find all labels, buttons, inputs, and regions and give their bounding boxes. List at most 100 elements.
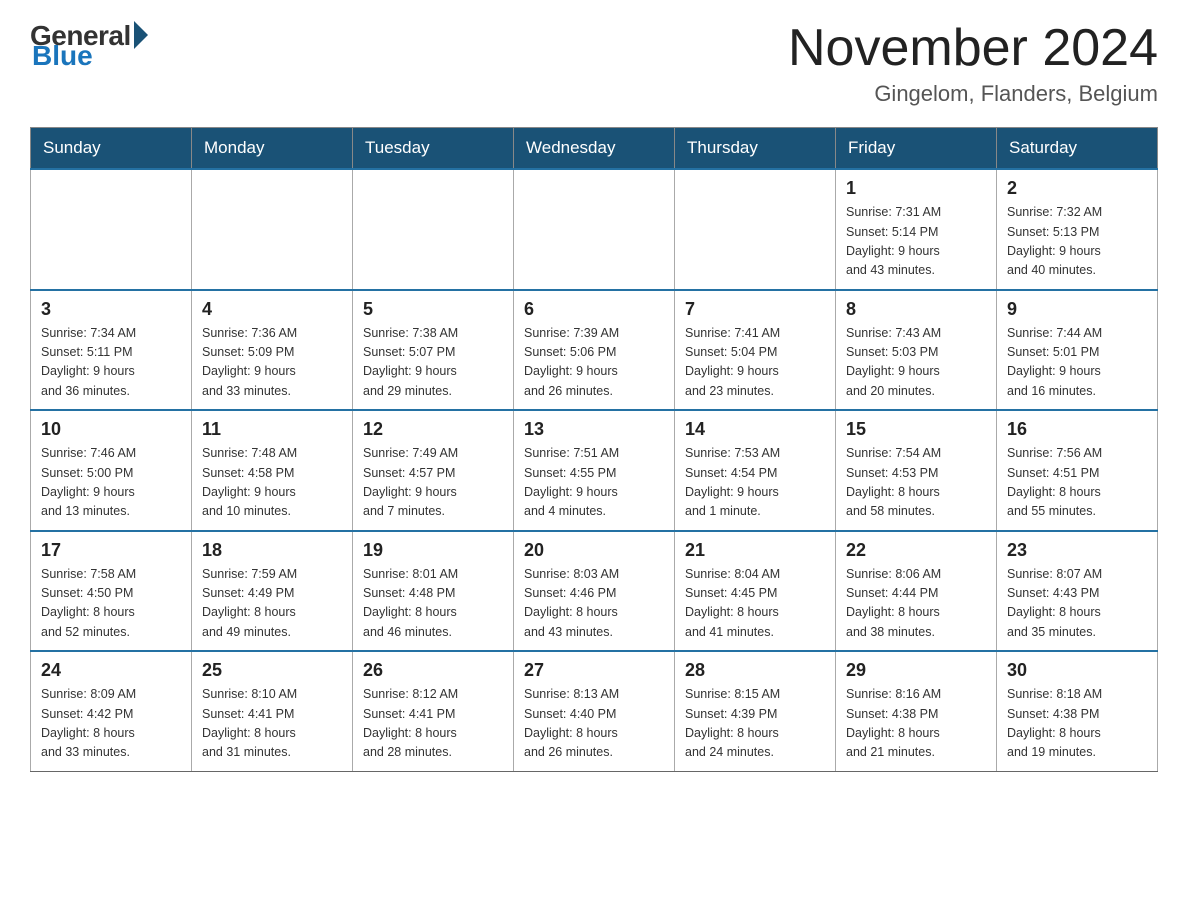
day-number: 11 <box>202 419 342 440</box>
day-info: Sunrise: 7:39 AM Sunset: 5:06 PM Dayligh… <box>524 324 664 402</box>
week-row-1: 1 Sunrise: 7:31 AM Sunset: 5:14 PM Daylig… <box>31 169 1158 290</box>
day-number: 21 <box>685 540 825 561</box>
calendar-table: SundayMondayTuesdayWednesdayThursdayFrid… <box>30 127 1158 772</box>
day-number: 16 <box>1007 419 1147 440</box>
cell-w1-d2 <box>192 169 353 290</box>
day-number: 13 <box>524 419 664 440</box>
day-info: Sunrise: 7:46 AM Sunset: 5:00 PM Dayligh… <box>41 444 181 522</box>
day-info: Sunrise: 7:43 AM Sunset: 5:03 PM Dayligh… <box>846 324 986 402</box>
day-info: Sunrise: 8:06 AM Sunset: 4:44 PM Dayligh… <box>846 565 986 643</box>
header-friday: Friday <box>836 128 997 170</box>
header-thursday: Thursday <box>675 128 836 170</box>
day-info: Sunrise: 8:03 AM Sunset: 4:46 PM Dayligh… <box>524 565 664 643</box>
calendar-header-row: SundayMondayTuesdayWednesdayThursdayFrid… <box>31 128 1158 170</box>
week-row-4: 17 Sunrise: 7:58 AM Sunset: 4:50 PM Dayli… <box>31 531 1158 652</box>
day-number: 3 <box>41 299 181 320</box>
header-monday: Monday <box>192 128 353 170</box>
week-row-3: 10Sunrise: 7:46 AM Sunset: 5:00 PM Dayli… <box>31 410 1158 531</box>
day-info: Sunrise: 7:53 AM Sunset: 4:54 PM Dayligh… <box>685 444 825 522</box>
cell-w2-d7: 9 Sunrise: 7:44 AM Sunset: 5:01 PM Daylig… <box>997 290 1158 411</box>
day-info: Sunrise: 8:12 AM Sunset: 4:41 PM Dayligh… <box>363 685 503 763</box>
day-info: Sunrise: 7:56 AM Sunset: 4:51 PM Dayligh… <box>1007 444 1147 522</box>
cell-w2-d5: 7 Sunrise: 7:41 AM Sunset: 5:04 PM Daylig… <box>675 290 836 411</box>
day-number: 18 <box>202 540 342 561</box>
day-info: Sunrise: 7:58 AM Sunset: 4:50 PM Dayligh… <box>41 565 181 643</box>
day-info: Sunrise: 7:59 AM Sunset: 4:49 PM Dayligh… <box>202 565 342 643</box>
cell-w5-d4: 27Sunrise: 8:13 AM Sunset: 4:40 PM Dayli… <box>514 651 675 771</box>
day-number: 4 <box>202 299 342 320</box>
cell-w5-d2: 25 Sunrise: 8:10 AM Sunset: 4:41 PM Dayli… <box>192 651 353 771</box>
day-info: Sunrise: 8:10 AM Sunset: 4:41 PM Dayligh… <box>202 685 342 763</box>
day-info: Sunrise: 7:48 AM Sunset: 4:58 PM Dayligh… <box>202 444 342 522</box>
cell-w3-d1: 10Sunrise: 7:46 AM Sunset: 5:00 PM Dayli… <box>31 410 192 531</box>
cell-w1-d1 <box>31 169 192 290</box>
cell-w2-d1: 3 Sunrise: 7:34 AM Sunset: 5:11 PM Daylig… <box>31 290 192 411</box>
cell-w1-d7: 2 Sunrise: 7:32 AM Sunset: 5:13 PM Daylig… <box>997 169 1158 290</box>
day-number: 17 <box>41 540 181 561</box>
day-info: Sunrise: 7:36 AM Sunset: 5:09 PM Dayligh… <box>202 324 342 402</box>
day-info: Sunrise: 7:54 AM Sunset: 4:53 PM Dayligh… <box>846 444 986 522</box>
day-info: Sunrise: 7:34 AM Sunset: 5:11 PM Dayligh… <box>41 324 181 402</box>
cell-w1-d5 <box>675 169 836 290</box>
day-number: 23 <box>1007 540 1147 561</box>
day-number: 30 <box>1007 660 1147 681</box>
cell-w4-d3: 19Sunrise: 8:01 AM Sunset: 4:48 PM Dayli… <box>353 531 514 652</box>
cell-w2-d2: 4 Sunrise: 7:36 AM Sunset: 5:09 PM Daylig… <box>192 290 353 411</box>
header-tuesday: Tuesday <box>353 128 514 170</box>
week-row-2: 3 Sunrise: 7:34 AM Sunset: 5:11 PM Daylig… <box>31 290 1158 411</box>
day-number: 6 <box>524 299 664 320</box>
day-info: Sunrise: 8:15 AM Sunset: 4:39 PM Dayligh… <box>685 685 825 763</box>
day-number: 14 <box>685 419 825 440</box>
cell-w4-d6: 22 Sunrise: 8:06 AM Sunset: 4:44 PM Dayli… <box>836 531 997 652</box>
day-info: Sunrise: 8:01 AM Sunset: 4:48 PM Dayligh… <box>363 565 503 643</box>
page-subtitle: Gingelom, Flanders, Belgium <box>788 81 1158 107</box>
cell-w1-d4 <box>514 169 675 290</box>
day-info: Sunrise: 7:41 AM Sunset: 5:04 PM Dayligh… <box>685 324 825 402</box>
day-number: 26 <box>363 660 503 681</box>
day-number: 9 <box>1007 299 1147 320</box>
header-wednesday: Wednesday <box>514 128 675 170</box>
day-number: 5 <box>363 299 503 320</box>
cell-w5-d3: 26 Sunrise: 8:12 AM Sunset: 4:41 PM Dayli… <box>353 651 514 771</box>
day-number: 2 <box>1007 178 1147 199</box>
day-number: 22 <box>846 540 986 561</box>
day-number: 20 <box>524 540 664 561</box>
day-info: Sunrise: 8:07 AM Sunset: 4:43 PM Dayligh… <box>1007 565 1147 643</box>
day-info: Sunrise: 8:04 AM Sunset: 4:45 PM Dayligh… <box>685 565 825 643</box>
day-info: Sunrise: 7:31 AM Sunset: 5:14 PM Dayligh… <box>846 203 986 281</box>
header-sunday: Sunday <box>31 128 192 170</box>
day-info: Sunrise: 8:09 AM Sunset: 4:42 PM Dayligh… <box>41 685 181 763</box>
cell-w4-d1: 17 Sunrise: 7:58 AM Sunset: 4:50 PM Dayli… <box>31 531 192 652</box>
cell-w5-d6: 29Sunrise: 8:16 AM Sunset: 4:38 PM Dayli… <box>836 651 997 771</box>
cell-w1-d6: 1 Sunrise: 7:31 AM Sunset: 5:14 PM Daylig… <box>836 169 997 290</box>
day-info: Sunrise: 8:18 AM Sunset: 4:38 PM Dayligh… <box>1007 685 1147 763</box>
cell-w2-d4: 6 Sunrise: 7:39 AM Sunset: 5:06 PM Daylig… <box>514 290 675 411</box>
day-number: 29 <box>846 660 986 681</box>
cell-w1-d3 <box>353 169 514 290</box>
day-info: Sunrise: 7:32 AM Sunset: 5:13 PM Dayligh… <box>1007 203 1147 281</box>
day-number: 1 <box>846 178 986 199</box>
cell-w5-d7: 30 Sunrise: 8:18 AM Sunset: 4:38 PM Dayli… <box>997 651 1158 771</box>
day-number: 24 <box>41 660 181 681</box>
logo-blue-text: Blue <box>32 40 93 72</box>
logo-triangle-icon <box>134 21 148 49</box>
cell-w3-d4: 13Sunrise: 7:51 AM Sunset: 4:55 PM Dayli… <box>514 410 675 531</box>
cell-w5-d5: 28Sunrise: 8:15 AM Sunset: 4:39 PM Dayli… <box>675 651 836 771</box>
page-title: November 2024 <box>788 20 1158 77</box>
day-number: 25 <box>202 660 342 681</box>
day-info: Sunrise: 7:49 AM Sunset: 4:57 PM Dayligh… <box>363 444 503 522</box>
cell-w4-d5: 21 Sunrise: 8:04 AM Sunset: 4:45 PM Dayli… <box>675 531 836 652</box>
cell-w3-d6: 15 Sunrise: 7:54 AM Sunset: 4:53 PM Dayli… <box>836 410 997 531</box>
cell-w2-d6: 8 Sunrise: 7:43 AM Sunset: 5:03 PM Daylig… <box>836 290 997 411</box>
day-number: 27 <box>524 660 664 681</box>
cell-w3-d5: 14 Sunrise: 7:53 AM Sunset: 4:54 PM Dayli… <box>675 410 836 531</box>
cell-w4-d7: 23 Sunrise: 8:07 AM Sunset: 4:43 PM Dayli… <box>997 531 1158 652</box>
cell-w2-d3: 5 Sunrise: 7:38 AM Sunset: 5:07 PM Daylig… <box>353 290 514 411</box>
cell-w3-d2: 11 Sunrise: 7:48 AM Sunset: 4:58 PM Dayli… <box>192 410 353 531</box>
day-info: Sunrise: 7:44 AM Sunset: 5:01 PM Dayligh… <box>1007 324 1147 402</box>
day-number: 15 <box>846 419 986 440</box>
day-info: Sunrise: 7:38 AM Sunset: 5:07 PM Dayligh… <box>363 324 503 402</box>
day-number: 7 <box>685 299 825 320</box>
day-number: 8 <box>846 299 986 320</box>
page-header: General Blue November 2024 Gingelom, Fla… <box>30 20 1158 107</box>
